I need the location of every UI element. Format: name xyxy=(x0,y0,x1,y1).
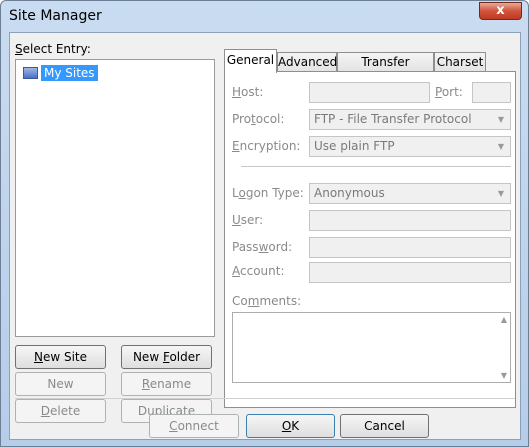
user-label: User: xyxy=(232,213,264,227)
comments-textarea[interactable]: ▲ ▼ xyxy=(232,312,511,383)
chevron-down-icon: ▼ xyxy=(497,115,504,124)
host-input[interactable] xyxy=(309,82,430,103)
folder-icon xyxy=(23,67,38,79)
rename-button[interactable]: Rename xyxy=(121,372,212,396)
cancel-button[interactable]: Cancel xyxy=(340,414,429,438)
scroll-down-icon[interactable]: ▼ xyxy=(501,371,507,380)
footer-divider xyxy=(15,398,515,399)
connect-button[interactable]: Connect xyxy=(149,414,239,438)
logon-type-select[interactable]: Anonymous ▼ xyxy=(309,183,511,204)
close-button[interactable]: x xyxy=(479,2,522,20)
protocol-select[interactable]: FTP - File Transfer Protocol ▼ xyxy=(309,109,511,130)
scroll-up-icon[interactable]: ▲ xyxy=(501,315,507,324)
logon-type-label: Logon Type: xyxy=(232,186,304,200)
account-label: Account: xyxy=(232,264,285,278)
new-site-button[interactable]: New Site xyxy=(15,345,106,369)
password-label: Password: xyxy=(232,240,293,254)
divider xyxy=(241,166,511,167)
delete-button[interactable]: Delete xyxy=(15,399,106,423)
chevron-down-icon: ▼ xyxy=(497,189,504,198)
port-label: Port: xyxy=(435,85,463,99)
host-label: Host: xyxy=(232,85,264,99)
window-title: Site Manager xyxy=(9,8,102,24)
tab-advanced[interactable]: Advanced xyxy=(277,52,337,72)
tree-item-my-sites[interactable]: My Sites xyxy=(23,65,98,81)
new-folder-button[interactable]: New Folder xyxy=(121,345,212,369)
site-tree[interactable]: My Sites xyxy=(15,59,215,337)
encryption-label: Encryption: xyxy=(232,139,301,153)
title-bar[interactable]: Site Manager x xyxy=(1,1,528,32)
account-input[interactable] xyxy=(309,262,511,283)
user-input[interactable] xyxy=(309,210,511,231)
tab-charset[interactable]: Charset xyxy=(434,52,486,72)
protocol-value: FTP - File Transfer Protocol xyxy=(314,112,472,126)
password-input[interactable] xyxy=(309,237,511,258)
select-entry-label: Select Entry: xyxy=(15,42,91,56)
tree-item-label: My Sites xyxy=(41,65,98,81)
site-manager-window: Site Manager x Select Entry: My Sites Ne… xyxy=(0,0,529,447)
port-input[interactable] xyxy=(472,82,511,103)
chevron-down-icon: ▼ xyxy=(497,142,504,151)
encryption-select[interactable]: Use plain FTP ▼ xyxy=(309,136,511,157)
comments-label: Comments: xyxy=(232,294,302,308)
tab-transfer-settings[interactable]: Transfer Settings xyxy=(337,52,434,87)
general-panel: Host: Port: Protocol: FTP - File Transfe… xyxy=(224,71,516,408)
logon-type-value: Anonymous xyxy=(314,186,385,200)
ok-button[interactable]: OK xyxy=(246,414,335,438)
dialog-client: Select Entry: My Sites New Site New Fold… xyxy=(9,32,521,440)
close-icon: x xyxy=(496,3,505,18)
encryption-value: Use plain FTP xyxy=(314,139,395,153)
tab-general[interactable]: General xyxy=(224,49,277,73)
new-bookmark-button[interactable]: New Bookmark xyxy=(15,372,106,413)
protocol-label: Protocol: xyxy=(232,112,285,126)
